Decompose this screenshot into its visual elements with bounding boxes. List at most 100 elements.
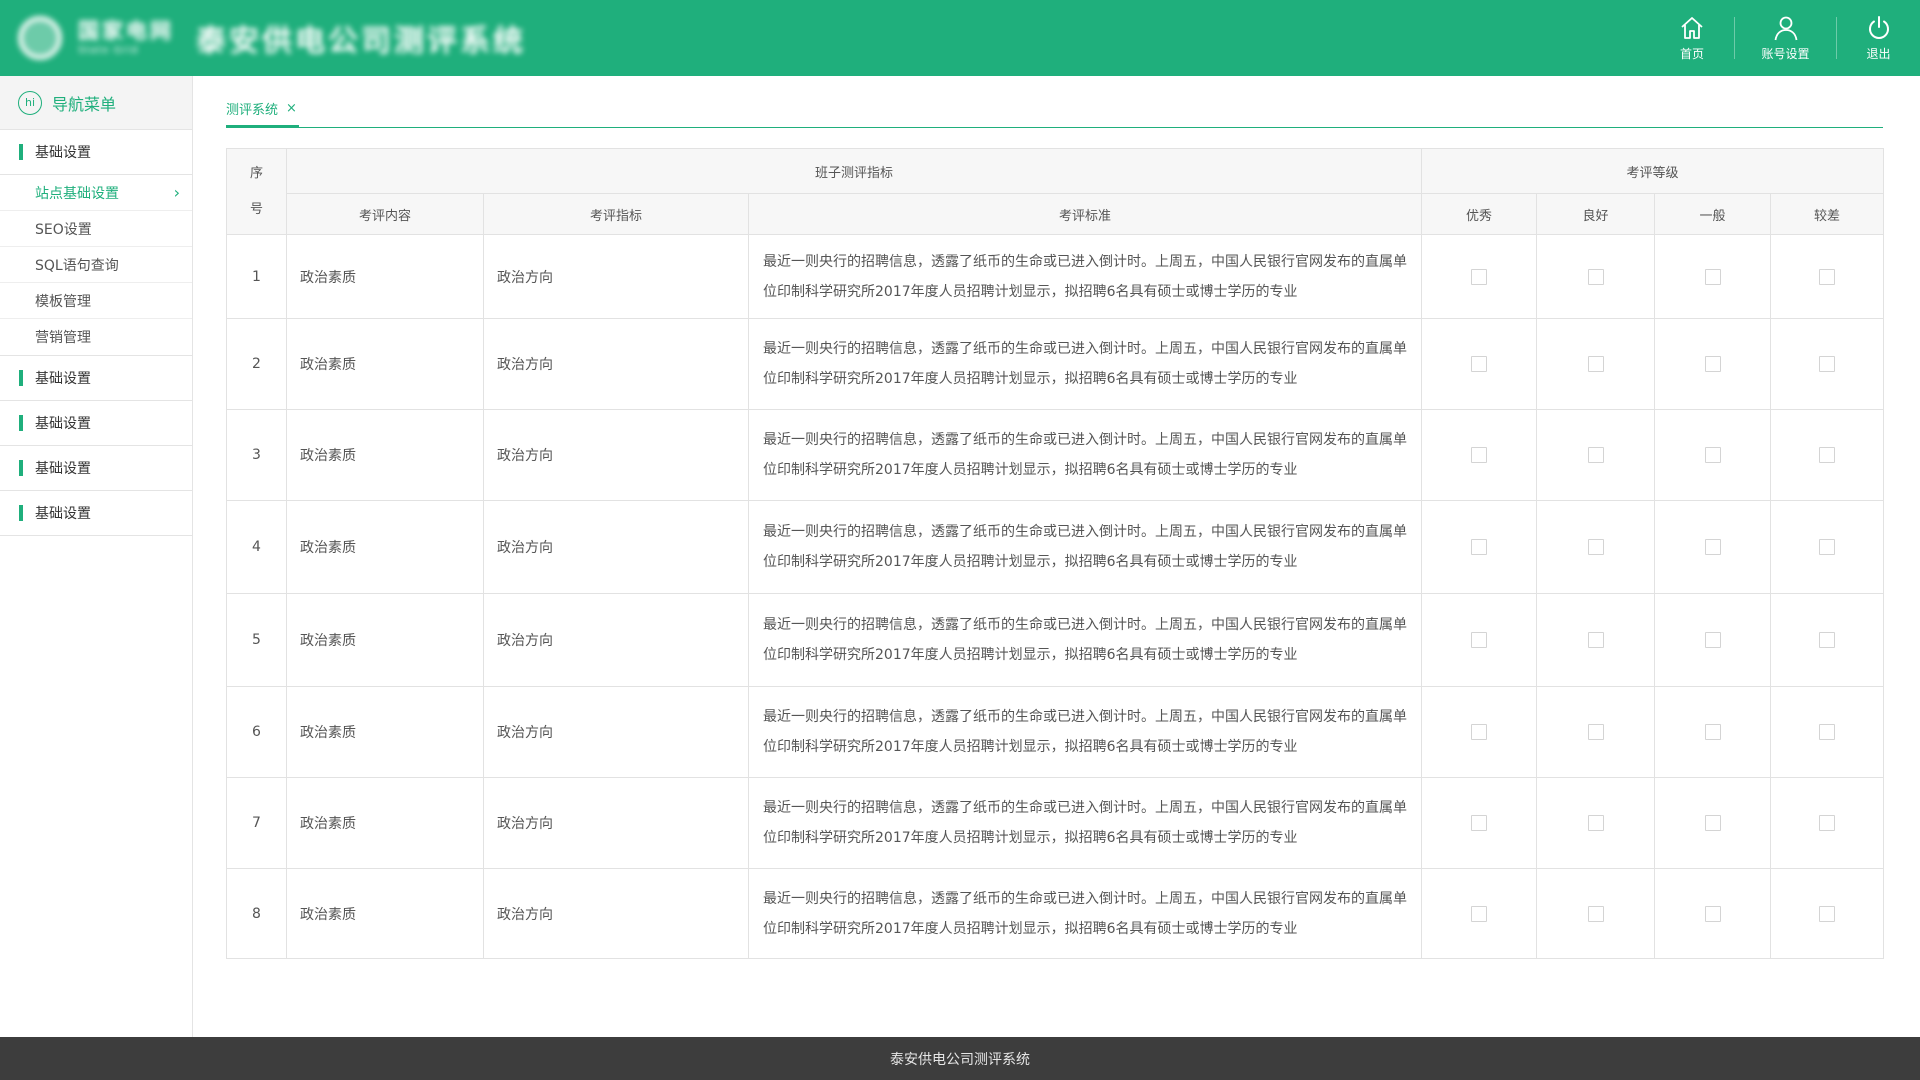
good-checkbox[interactable] [1587, 724, 1604, 740]
sidebar-group-basic-settings[interactable]: 基础设置 [0, 446, 192, 491]
poor-checkbox[interactable] [1819, 905, 1836, 922]
poor-checkbox[interactable] [1819, 447, 1836, 463]
cell-good [1536, 409, 1656, 501]
excellent-checkbox[interactable] [1471, 268, 1488, 285]
excellent-checkbox[interactable] [1471, 447, 1488, 463]
good-checkbox[interactable] [1587, 632, 1604, 648]
sidebar-group-basic-settings[interactable]: 基础设置 [0, 130, 192, 175]
home-label: 首页 [1679, 47, 1704, 61]
cell-excellent [1421, 593, 1538, 687]
sidebar-title: 导航菜单 [52, 94, 117, 114]
home-button[interactable]: 首页 [1650, 0, 1734, 76]
row-number: 1 [226, 234, 287, 319]
average-checkbox[interactable] [1704, 539, 1721, 555]
cell-standard: 最近一则央行的招聘信息，透露了纸币的生命或已进入倒计时。上周五，中国人民银行官网… [747, 318, 1423, 410]
sidebar-item-seo[interactable]: SEO设置 [0, 211, 192, 247]
good-checkbox[interactable] [1587, 447, 1604, 463]
cell-poor [1770, 868, 1885, 959]
column-header-content: 考评内容 [286, 193, 484, 235]
power-icon [1868, 16, 1889, 39]
poor-checkbox[interactable] [1819, 356, 1836, 372]
cell-content: 政治素质 [286, 593, 484, 687]
excellent-checkbox[interactable] [1471, 724, 1488, 740]
sidebar: hi 导航菜单 基础设置 站点基础设置 › SEO设置 SQL语句查询 模板管理… [0, 76, 193, 1037]
footer-text: 泰安供电公司测评系统 [890, 1051, 1030, 1068]
sidebar-group-basic-settings[interactable]: 基础设置 [0, 401, 192, 446]
excellent-checkbox[interactable] [1471, 815, 1488, 831]
sidebar-group-basic-settings[interactable]: 基础设置 [0, 356, 192, 401]
cell-content: 政治素质 [286, 686, 484, 778]
average-checkbox[interactable] [1704, 905, 1721, 922]
column-header-indicator: 考评指标 [483, 193, 749, 235]
cell-standard: 最近一则央行的招聘信息，透露了纸币的生命或已进入倒计时。上周五，中国人民银行官网… [747, 777, 1423, 869]
sidebar-group-label: 基础设置 [35, 416, 91, 432]
good-checkbox[interactable] [1587, 905, 1604, 922]
poor-checkbox[interactable] [1819, 815, 1836, 831]
average-checkbox[interactable] [1704, 724, 1721, 740]
main-content: 测评系统 × 序号 班子测评指标 考评等级 考评内容 考评指标 考评标准 优秀 … [226, 92, 1885, 959]
brand-org: 国家电网 State Grid [78, 20, 174, 56]
sidebar-item-marketing[interactable]: 营销管理 [0, 319, 192, 355]
row-number: 4 [226, 500, 287, 594]
table-row: 4 政治素质 政治方向 最近一则央行的招聘信息，透露了纸币的生命或已进入倒计时。上周五… [226, 500, 1885, 594]
cell-content: 政治素质 [286, 868, 484, 959]
good-checkbox[interactable] [1587, 815, 1604, 831]
table-row: 8 政治素质 政治方向 最近一则央行的招聘信息，透露了纸币的生命或已进入倒计时。上周五… [226, 868, 1885, 959]
average-checkbox[interactable] [1704, 447, 1721, 463]
cell-average [1654, 318, 1772, 410]
sidebar-item-sql-query[interactable]: SQL语句查询 [0, 247, 192, 283]
table-row: 7 政治素质 政治方向 最近一则央行的招聘信息，透露了纸币的生命或已进入倒计时。上周五… [226, 777, 1885, 869]
column-header-average: 一般 [1654, 193, 1772, 235]
poor-checkbox[interactable] [1819, 724, 1836, 740]
average-checkbox[interactable] [1704, 632, 1721, 648]
cell-average [1654, 686, 1772, 778]
cell-indicator: 政治方向 [483, 409, 749, 501]
table-row: 1 政治素质 政治方向 最近一则央行的招聘信息，透露了纸币的生命或已进入倒计时。上周五… [226, 234, 1885, 319]
average-checkbox[interactable] [1704, 356, 1721, 372]
footer: 泰安供电公司测评系统 [0, 1037, 1920, 1080]
group-marker [19, 370, 23, 386]
cell-poor [1770, 234, 1885, 319]
sidebar-item-site-settings[interactable]: 站点基础设置 › [0, 175, 192, 211]
tab-evaluation-system[interactable]: 测评系统 × [226, 92, 299, 128]
sidebar-item-templates[interactable]: 模板管理 [0, 283, 192, 319]
sidebar-group-basic-settings[interactable]: 基础设置 [0, 491, 192, 536]
cell-content: 政治素质 [286, 318, 484, 410]
column-header-excellent: 优秀 [1421, 193, 1538, 235]
cell-indicator: 政治方向 [483, 318, 749, 410]
header-nav: 首页 账号设置 退出 [1650, 0, 1920, 76]
sidebar-item-label: 营销管理 [35, 330, 91, 346]
cell-average [1654, 409, 1772, 501]
close-icon[interactable]: × [286, 101, 297, 116]
excellent-checkbox[interactable] [1471, 356, 1488, 372]
sidebar-group-label: 基础设置 [35, 506, 91, 522]
average-checkbox[interactable] [1704, 815, 1721, 831]
good-checkbox[interactable] [1587, 356, 1604, 372]
seq-header-top: 序 [249, 165, 263, 181]
cell-good [1536, 868, 1656, 959]
row-number: 8 [226, 868, 287, 959]
account-settings-button[interactable]: 账号设置 [1735, 0, 1836, 76]
good-checkbox[interactable] [1587, 539, 1604, 555]
row-number: 7 [226, 777, 287, 869]
cell-standard: 最近一则央行的招聘信息，透露了纸币的生命或已进入倒计时。上周五，中国人民银行官网… [747, 409, 1423, 501]
excellent-checkbox[interactable] [1471, 632, 1488, 648]
poor-checkbox[interactable] [1819, 539, 1836, 555]
poor-checkbox[interactable] [1819, 268, 1836, 285]
poor-checkbox[interactable] [1819, 632, 1836, 648]
logout-button[interactable]: 退出 [1837, 0, 1920, 76]
cell-standard: 最近一则央行的招聘信息，透露了纸币的生命或已进入倒计时。上周五，中国人民银行官网… [747, 234, 1423, 319]
sidebar-item-label: 模板管理 [35, 293, 91, 310]
excellent-checkbox[interactable] [1471, 905, 1488, 922]
cell-poor [1770, 500, 1885, 594]
table-row: 6 政治素质 政治方向 最近一则央行的招聘信息，透露了纸币的生命或已进入倒计时。上周五… [226, 686, 1885, 778]
group-marker [19, 144, 23, 160]
good-checkbox[interactable] [1587, 268, 1604, 285]
excellent-checkbox[interactable] [1471, 539, 1488, 555]
average-checkbox[interactable] [1704, 268, 1721, 285]
brand: 国家电网 State Grid 泰安供电公司测评系统 [18, 14, 526, 62]
table-row: 5 政治素质 政治方向 最近一则央行的招聘信息，透露了纸币的生命或已进入倒计时。上周五… [226, 593, 1885, 687]
column-group-team-indicators: 班子测评指标 [285, 148, 1423, 194]
cell-excellent [1421, 409, 1538, 501]
sidebar-item-label: SQL语句查询 [35, 257, 119, 274]
